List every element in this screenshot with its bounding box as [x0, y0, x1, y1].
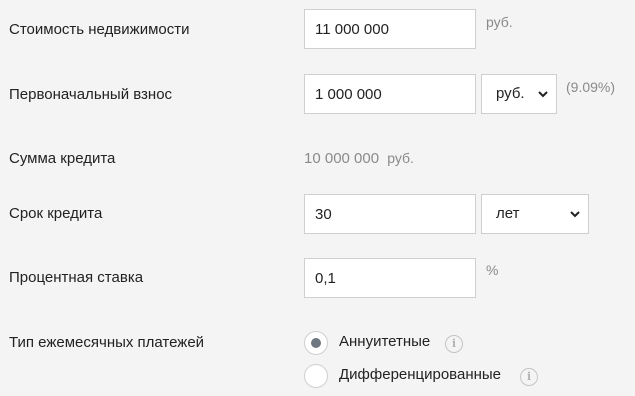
- loan-term-unit-value: лет: [496, 205, 520, 222]
- loan-term-input[interactable]: [304, 194, 476, 234]
- annuity-radio[interactable]: [304, 331, 328, 355]
- interest-rate-input[interactable]: [304, 258, 476, 298]
- loan-amount-unit: руб.: [387, 150, 414, 166]
- loan-amount-value: 10 000 000 руб.: [304, 150, 414, 167]
- loan-term-label: Срок кредита: [9, 205, 103, 222]
- down-payment-currency-value: руб.: [496, 85, 525, 102]
- differentiated-radio-label: Дифференцированные: [339, 366, 502, 383]
- interest-rate-label: Процентная ставка: [9, 269, 144, 286]
- loan-amount-label: Сумма кредита: [9, 150, 116, 167]
- down-payment-currency-select[interactable]: руб.: [481, 74, 557, 114]
- interest-rate-unit: %: [486, 262, 499, 278]
- down-payment-input[interactable]: [304, 74, 476, 114]
- differentiated-radio[interactable]: [304, 364, 328, 388]
- info-icon[interactable]: i: [445, 335, 463, 353]
- property-cost-unit: руб.: [486, 14, 513, 30]
- down-payment-label: Первоначальный взнос: [9, 86, 173, 103]
- loan-term-unit-select[interactable]: лет: [481, 194, 589, 234]
- property-cost-input[interactable]: [304, 9, 476, 49]
- loan-amount-number: 10 000 000: [304, 150, 380, 167]
- property-cost-label: Стоимость недвижимости: [9, 21, 190, 38]
- payment-type-option-differentiated[interactable]: Дифференцированные i: [304, 364, 544, 390]
- chevron-down-icon: [538, 91, 548, 98]
- annuity-radio-label: Аннуитетные: [339, 333, 431, 350]
- chevron-down-icon: [570, 211, 580, 218]
- payment-type-label: Тип ежемесячных платежей: [9, 334, 205, 351]
- info-icon[interactable]: i: [520, 368, 538, 386]
- down-payment-percent: (9.09%): [566, 79, 616, 95]
- payment-type-option-annuity[interactable]: Аннуитетные i: [304, 331, 474, 357]
